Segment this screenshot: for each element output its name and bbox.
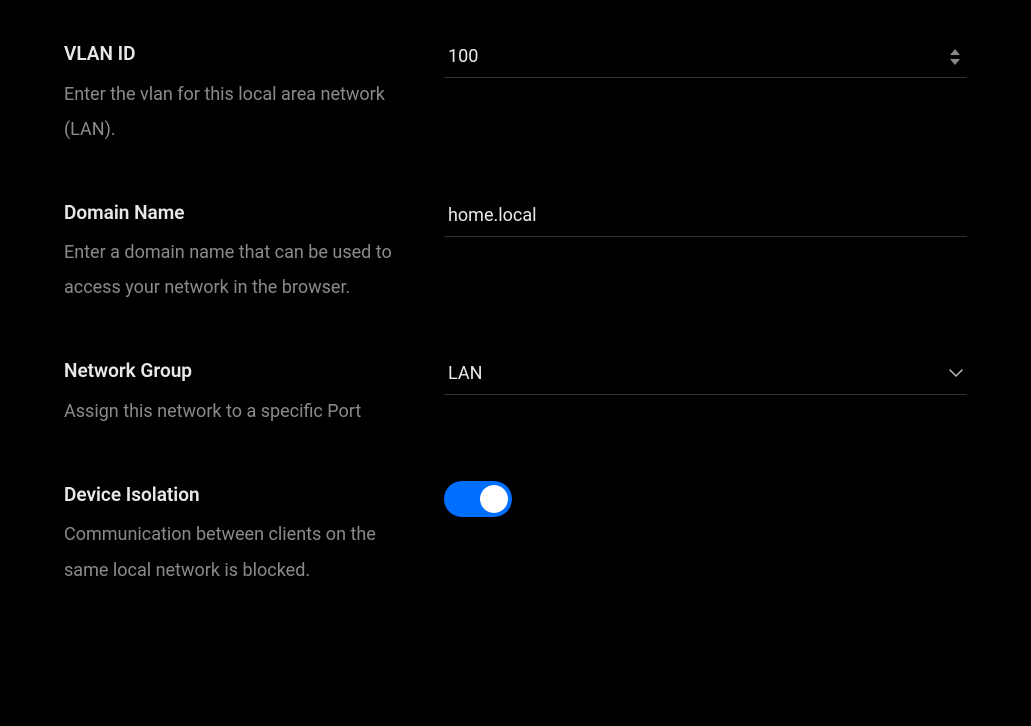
device-isolation-toggle[interactable] [444,481,512,517]
domain-desc: Enter a domain name that can be used to … [64,235,420,305]
vlan-label-col: VLAN ID Enter the vlan for this local ar… [64,40,444,147]
row-domain-name: Domain Name Enter a domain name that can… [64,199,967,306]
toggle-knob [480,485,508,513]
network-group-desc: Assign this network to a specific Port [64,394,420,429]
vlan-stepper [947,49,963,65]
domain-label-col: Domain Name Enter a domain name that can… [64,199,444,306]
device-isolation-title: Device Isolation [64,481,420,510]
stepper-down-icon[interactable] [950,59,960,65]
vlan-input[interactable] [448,46,947,67]
domain-title: Domain Name [64,199,420,228]
stepper-up-icon[interactable] [950,49,960,55]
network-group-label-col: Network Group Assign this network to a s… [64,357,444,429]
row-vlan-id: VLAN ID Enter the vlan for this local ar… [64,40,967,147]
device-isolation-input-col [444,481,967,517]
device-isolation-desc: Communication between clients on the sam… [64,517,420,587]
vlan-desc: Enter the vlan for this local area netwo… [64,77,420,147]
device-isolation-label-col: Device Isolation Communication between c… [64,481,444,588]
chevron-down-icon [949,369,963,378]
vlan-input-col [444,40,967,78]
row-network-group: Network Group Assign this network to a s… [64,357,967,429]
network-group-select[interactable]: LAN [444,357,967,395]
domain-input-col [444,199,967,237]
vlan-input-wrapper[interactable] [444,40,967,78]
vlan-title: VLAN ID [64,40,420,69]
row-device-isolation: Device Isolation Communication between c… [64,481,967,588]
domain-input[interactable] [448,205,963,226]
network-group-title: Network Group [64,357,420,386]
network-group-input-col: LAN [444,357,967,395]
network-group-value: LAN [448,363,949,384]
domain-input-wrapper[interactable] [444,199,967,237]
